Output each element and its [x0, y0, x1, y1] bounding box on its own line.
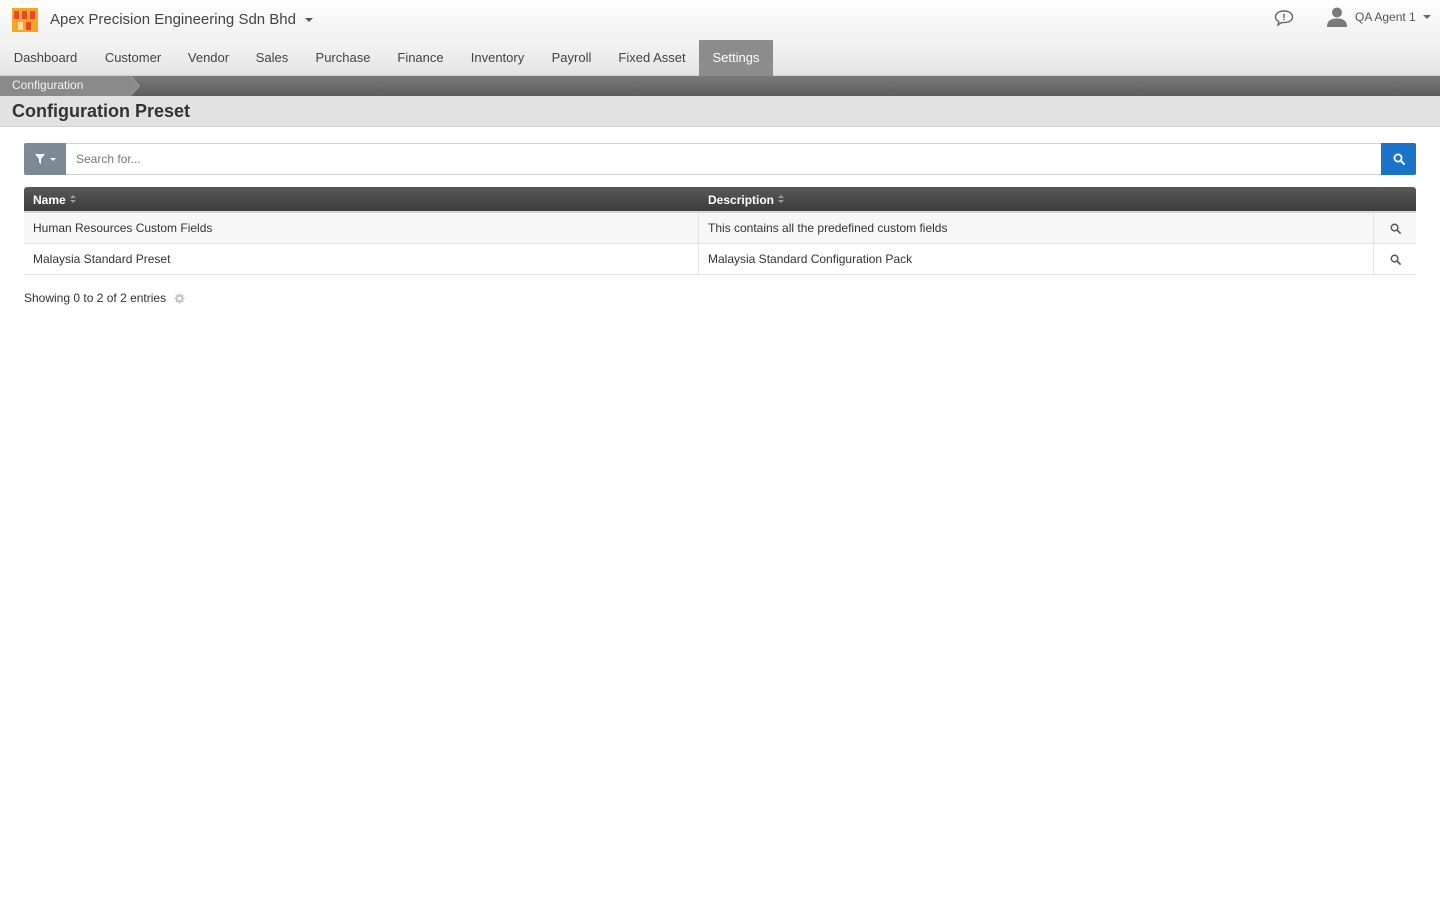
- nav-item-sales[interactable]: Sales: [242, 40, 302, 76]
- entries-count: Showing 0 to 2 of 2 entries: [24, 291, 167, 305]
- page-header: Configuration Preset: [0, 96, 1440, 127]
- nav-item-finance[interactable]: Finance: [384, 40, 457, 76]
- nav-item-customer[interactable]: Customer: [91, 40, 175, 76]
- table-body: Human Resources Custom Fields This conta…: [24, 213, 1416, 275]
- user-avatar-icon: [1327, 7, 1347, 27]
- search-button[interactable]: [1381, 143, 1416, 175]
- table-info: Showing 0 to 2 of 2 entries: [24, 291, 185, 305]
- main-nav: Dashboard Customer Vendor Sales Purchase…: [0, 40, 1440, 76]
- top-bar: Apex Precision Engineering Sdn Bhd QA Ag…: [0, 0, 1440, 40]
- filter-icon: [34, 154, 45, 164]
- cell-name: Malaysia Standard Preset: [24, 244, 699, 274]
- company-switcher[interactable]: Apex Precision Engineering Sdn Bhd: [50, 11, 313, 28]
- nav-item-inventory[interactable]: Inventory: [457, 40, 538, 76]
- search-icon: [1390, 254, 1401, 265]
- filter-button[interactable]: [24, 143, 66, 175]
- nav-item-fixed-asset[interactable]: Fixed Asset: [605, 40, 699, 76]
- preset-table: Name Description Human Resources Custom …: [24, 187, 1416, 275]
- sort-icon: [69, 195, 76, 204]
- column-header-name[interactable]: Name: [24, 187, 699, 213]
- nav-item-vendor[interactable]: Vendor: [175, 40, 242, 76]
- column-header-description[interactable]: Description: [699, 187, 1374, 213]
- cell-description: This contains all the predefined custom …: [699, 213, 1374, 243]
- view-button[interactable]: [1374, 244, 1416, 274]
- page-title: Configuration Preset: [12, 101, 191, 121]
- user-menu[interactable]: QA Agent 1: [1327, 6, 1431, 28]
- table-row[interactable]: Human Resources Custom Fields This conta…: [24, 213, 1416, 244]
- user-name: QA Agent 1: [1355, 10, 1416, 24]
- chevron-down-icon: [49, 157, 56, 161]
- company-logo-icon[interactable]: [12, 8, 38, 32]
- cell-description: Malaysia Standard Configuration Pack: [699, 244, 1374, 274]
- search-input[interactable]: [66, 143, 1382, 175]
- chat-icon[interactable]: [1274, 9, 1294, 27]
- cell-name: Human Resources Custom Fields: [24, 213, 699, 243]
- view-button[interactable]: [1374, 213, 1416, 243]
- nav-item-purchase[interactable]: Purchase: [302, 40, 384, 76]
- search-icon: [1393, 153, 1405, 165]
- chevron-down-icon: [1422, 15, 1431, 19]
- breadcrumb: Configuration Preset: [0, 76, 1440, 111]
- nav-item-settings[interactable]: Settings: [699, 40, 773, 76]
- table-header: Name Description: [24, 187, 1416, 213]
- chevron-down-icon: [305, 17, 313, 22]
- sort-icon: [778, 195, 785, 204]
- nav-item-payroll[interactable]: Payroll: [538, 40, 605, 76]
- company-name: Apex Precision Engineering Sdn Bhd: [50, 11, 296, 28]
- search-icon: [1390, 223, 1401, 234]
- table-row[interactable]: Malaysia Standard Preset Malaysia Standa…: [24, 244, 1416, 275]
- loading-gear-icon: [174, 292, 185, 304]
- breadcrumb-item-configuration-preset[interactable]: Configuration Preset: [0, 76, 131, 111]
- nav-item-dashboard[interactable]: Dashboard: [0, 40, 91, 76]
